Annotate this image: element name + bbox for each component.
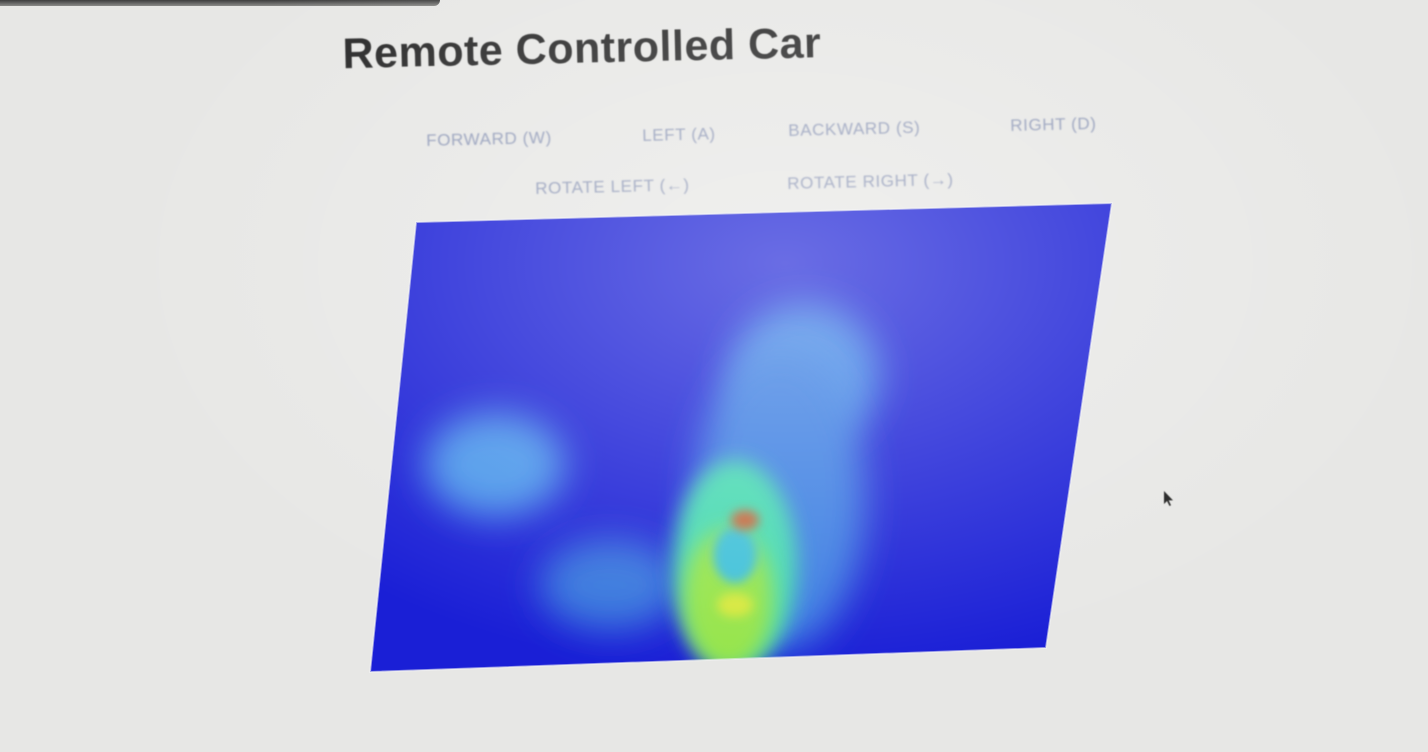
right-button[interactable]: RIGHT (D) — [1010, 114, 1097, 136]
forward-button[interactable]: FORWARD (W) — [426, 128, 552, 151]
thermal-blob-arm — [540, 540, 680, 630]
monitor-bezel-edge — [0, 0, 440, 6]
thermal-camera-feed — [368, 201, 1114, 674]
rotate-left-button[interactable]: ROTATE LEFT (←) — [535, 175, 690, 199]
rotate-right-button[interactable]: ROTATE RIGHT (→) — [787, 170, 954, 194]
left-button[interactable]: LEFT (A) — [642, 124, 716, 146]
screen-glare — [0, 0, 1428, 752]
thermal-blob-torso — [695, 350, 865, 650]
thermal-blob-hand — [425, 413, 565, 517]
thermal-blob-cyan — [713, 527, 757, 583]
thermal-hotspot — [731, 510, 759, 530]
thermal-blob-hot — [683, 530, 773, 670]
thermal-blob-head — [730, 303, 880, 447]
thermal-background — [370, 203, 1112, 672]
thermal-blob-yellow — [717, 593, 753, 617]
backward-button[interactable]: BACKWARD (S) — [788, 118, 921, 141]
thermal-blob-warm — [673, 460, 797, 670]
mouse-pointer-icon — [1164, 491, 1173, 506]
page-title: Remote Controlled Car — [342, 19, 822, 78]
